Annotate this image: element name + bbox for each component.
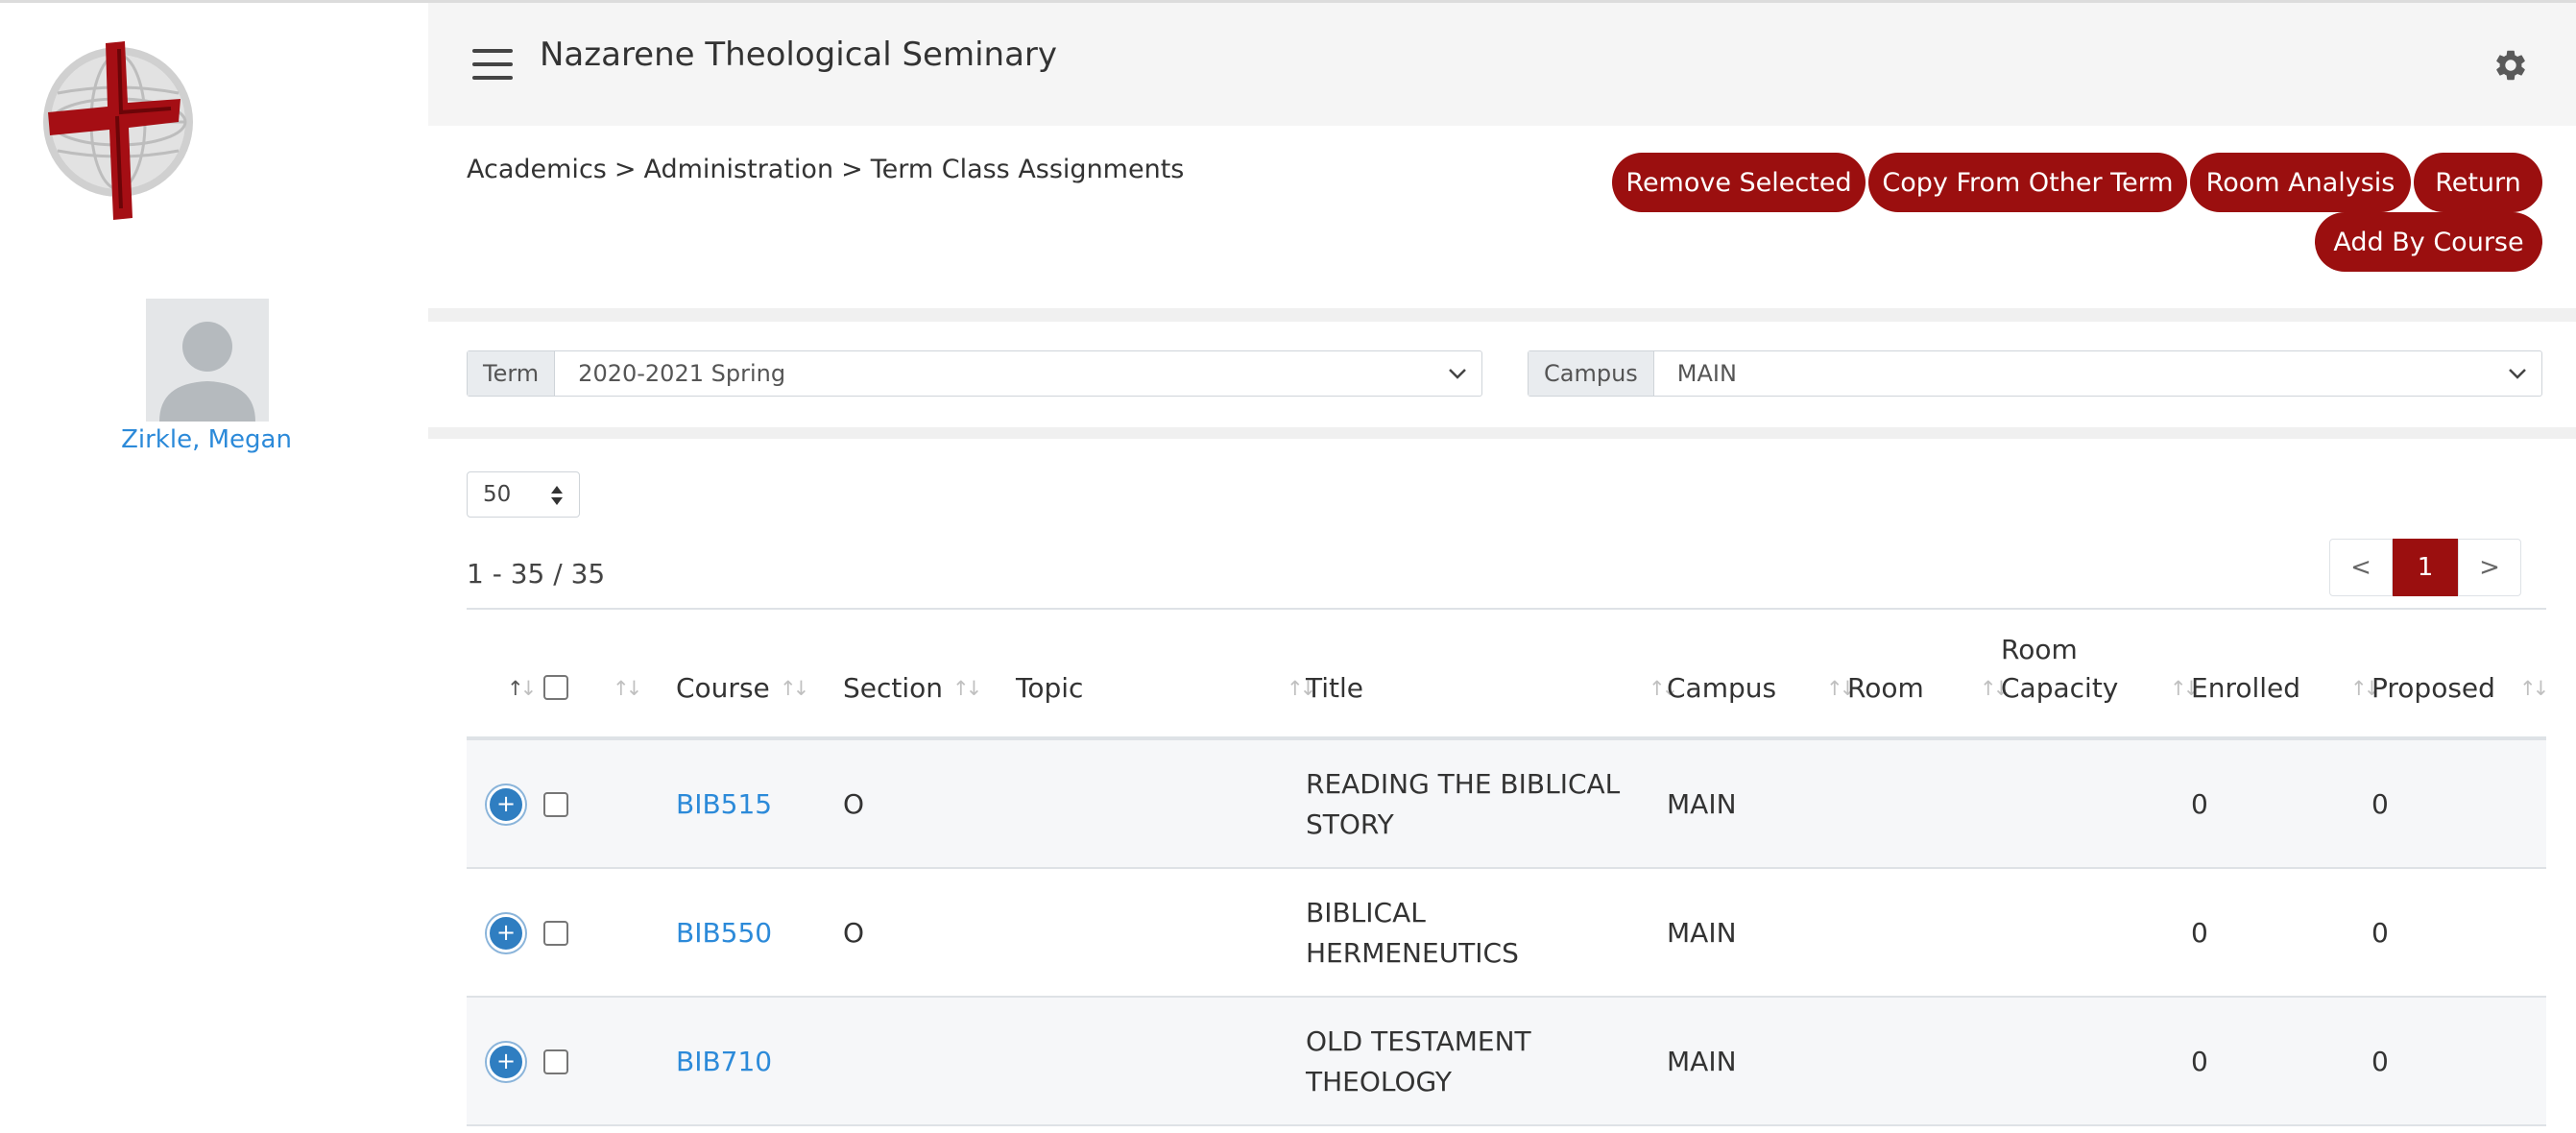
table-header: ↑↓ ↑↓ Course ↑↓ Section ↑↓ Topic ↑↓ Titl… [467,608,2549,740]
table-row: + BIB710 OLD TESTAMENT THEOLOGY MAIN 0 0 [467,998,2546,1126]
page-size-value: 50 [483,482,512,507]
plus-circle-icon[interactable]: + [487,1043,525,1081]
row-checkbox[interactable] [543,921,568,946]
breadcrumb-current: Term Class Assignments [870,155,1185,184]
select-all-checkbox[interactable] [543,675,568,700]
up-down-arrows-icon [551,486,563,505]
course-link[interactable]: BIB515 [676,784,772,825]
sort-arrows-icon[interactable]: ↑↓ [613,677,642,702]
next-page-button[interactable]: > [2458,539,2521,596]
section-cell: O [843,788,865,820]
breadcrumb-separator: > [614,155,637,184]
col-room[interactable]: Room [1847,669,1924,708]
results-range: 1 - 35 / 35 [467,558,606,590]
breadcrumb: Academics > Administration > Term Class Assi… [467,155,1192,184]
term-label: Term [468,351,556,396]
title-cell: OLD TESTAMENT THEOLOGY [1306,1022,1531,1102]
class-assignments-table: ↑↓ ↑↓ Course ↑↓ Section ↑↓ Topic ↑↓ Titl… [467,608,2549,1126]
campus-cell: MAIN [1667,1046,1737,1077]
title-line: HERMENEUTICS [1306,937,1519,969]
room-analysis-button[interactable]: Room Analysis [2190,153,2411,212]
page-size-select[interactable]: 50 [467,471,580,518]
course-link[interactable]: BIB710 [676,1042,772,1082]
title-line: STORY [1306,808,1394,840]
course-link[interactable]: BIB550 [676,913,772,953]
col-title[interactable]: Title [1306,669,1363,708]
row-checkbox[interactable] [543,1049,568,1074]
section-cell: O [843,917,865,949]
enrolled-cell: 0 [2191,917,2208,949]
col-course[interactable]: Course [676,669,770,708]
proposed-cell: 0 [2371,788,2389,820]
col-room-capacity-line1: Room [2001,634,2078,665]
proposed-cell: 0 [2371,917,2389,949]
filter-panel: Term 2020-2021 Spring Campus MAIN [428,322,2576,427]
hamburger-menu-icon[interactable] [472,49,513,80]
top-header: Nazarene Theological Seminary [428,3,2576,126]
table-row: + BIB515 O READING THE BIBLICAL STORY MA… [467,740,2546,869]
row-checkbox[interactable] [543,792,568,817]
chevron-down-icon[interactable] [1433,351,1481,396]
enrolled-cell: 0 [2191,788,2208,820]
table-row: + BIB550 O BIBLICAL HERMENEUTICS MAIN 0 … [467,869,2546,998]
results-panel: 50 1 - 35 / 35 < 1 > ↑↓ ↑↓ Course ↑↓ Sec… [428,439,2576,1133]
term-select[interactable]: Term 2020-2021 Spring [467,350,1482,397]
col-topic[interactable]: Topic [1016,669,1083,708]
return-button[interactable]: Return [2414,153,2542,212]
col-proposed[interactable]: Proposed [2371,669,2495,708]
campus-cell: MAIN [1667,788,1737,820]
plus-circle-icon[interactable]: + [487,785,525,824]
col-section[interactable]: Section [843,669,943,708]
title-line: THEOLOGY [1306,1066,1452,1097]
breadcrumb-academics[interactable]: Academics [467,155,607,184]
sort-arrows-icon[interactable]: ↑↓ [952,677,982,702]
gear-icon[interactable] [2492,47,2529,84]
campus-label: Campus [1529,351,1654,396]
chevron-down-icon[interactable] [2493,351,2541,396]
campus-value[interactable]: MAIN [1654,351,2493,396]
enrolled-cell: 0 [2191,1046,2208,1077]
campus-select[interactable]: Campus MAIN [1528,350,2542,397]
app-title: Nazarene Theological Seminary [540,36,1058,74]
sort-arrows-icon[interactable]: ↑↓ [2519,677,2549,702]
actions-panel: Academics > Administration > Term Class Assi… [428,126,2576,308]
main-area: Nazarene Theological Seminary Academics >… [428,3,2576,1133]
proposed-cell: 0 [2371,1046,2389,1077]
title-cell: BIBLICAL HERMENEUTICS [1306,893,1519,974]
plus-circle-icon[interactable]: + [487,914,525,952]
col-room-capacity[interactable]: Room Capacity [2001,631,2118,708]
sidebar: Zirkle, Megan [0,3,428,1133]
prev-page-button[interactable]: < [2329,539,2393,596]
title-line: READING THE BIBLICAL [1306,768,1621,800]
title-line: OLD TESTAMENT [1306,1025,1531,1057]
add-by-course-button[interactable]: Add By Course [2315,212,2542,272]
breadcrumb-administration[interactable]: Administration [643,155,833,184]
breadcrumb-separator: > [841,155,863,184]
sort-arrows-icon[interactable]: ↑↓ [780,677,809,702]
avatar [146,299,269,422]
title-cell: READING THE BIBLICAL STORY [1306,764,1620,845]
user-name-link[interactable]: Zirkle, Megan [0,425,413,454]
col-room-capacity-line2: Capacity [2001,672,2119,704]
campus-cell: MAIN [1667,917,1737,949]
seminary-logo [43,41,193,220]
remove-selected-button[interactable]: Remove Selected [1612,153,1866,212]
copy-from-other-term-button[interactable]: Copy From Other Term [1868,153,2187,212]
col-enrolled[interactable]: Enrolled [2191,669,2300,708]
current-page-button[interactable]: 1 [2393,539,2458,596]
col-campus[interactable]: Campus [1667,669,1776,708]
term-value[interactable]: 2020-2021 Spring [555,351,1433,396]
sort-arrows-icon[interactable]: ↑↓ [507,677,537,702]
title-line: BIBLICAL [1306,897,1426,928]
pagination: < 1 > [2329,539,2521,596]
